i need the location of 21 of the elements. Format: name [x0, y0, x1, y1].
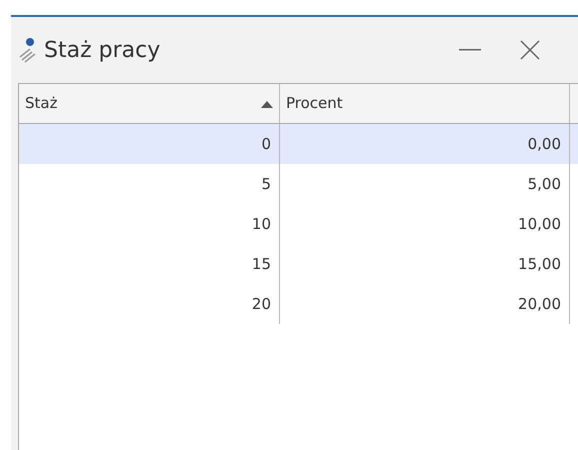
table-cell: 15 [19, 244, 280, 284]
close-icon [520, 40, 540, 60]
table-cell: 5,00 [280, 164, 570, 204]
table-cell: 5 [19, 164, 280, 204]
table-row[interactable]: 0 0,00 [19, 124, 578, 164]
table-row[interactable]: 5 5,00 [19, 164, 578, 204]
table-row[interactable]: 15 15,00 [19, 244, 578, 284]
table-cell: 20 [19, 284, 280, 324]
column-header[interactable]: Staż [19, 84, 280, 123]
sort-ascending-icon [261, 100, 273, 108]
window-title: Staż pracy [44, 36, 160, 64]
minimize-icon [459, 49, 481, 51]
table-cell: 10,00 [280, 204, 570, 244]
table-cell: 20,00 [280, 284, 570, 324]
table-cell: 15,00 [280, 244, 570, 284]
table-cell: 0 [19, 124, 280, 164]
table-cell: 10 [19, 204, 280, 244]
table-row[interactable]: 10 10,00 [19, 204, 578, 244]
column-header[interactable]: Procent [280, 84, 570, 123]
table-row[interactable]: 20 20,00 [19, 284, 578, 324]
table-cell: 0,00 [280, 124, 570, 164]
